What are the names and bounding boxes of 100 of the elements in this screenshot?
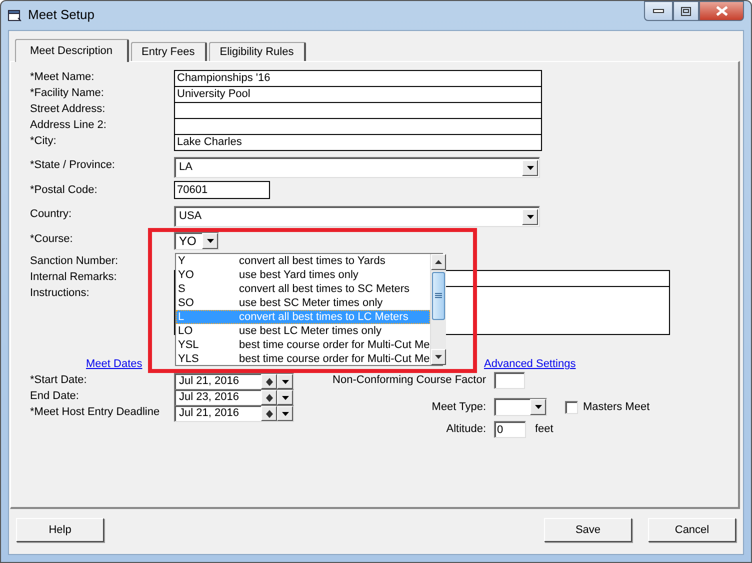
caret-icon <box>282 380 288 384</box>
text-field[interactable]: Lake Charles <box>174 134 542 151</box>
caret-icon <box>282 396 288 400</box>
dropdown-button[interactable] <box>277 390 293 405</box>
maximize-button[interactable] <box>673 1 699 21</box>
close-button[interactable] <box>699 1 744 21</box>
item-code: L <box>178 310 186 324</box>
item-code: S <box>178 282 186 296</box>
item-code: LO <box>178 324 194 338</box>
spin-button[interactable] <box>261 406 277 421</box>
text-field[interactable]: 70601 <box>174 181 270 199</box>
item-description: use best SC Meter times only <box>239 296 383 310</box>
scroll-up-button[interactable] <box>430 254 446 270</box>
spin-button[interactable] <box>261 390 277 405</box>
field-label: *Course: <box>30 232 74 246</box>
date-field[interactable]: Jul 21, 2016 <box>174 373 294 390</box>
dropdown-field[interactable] <box>494 398 547 416</box>
maximize-icon <box>681 6 691 16</box>
item-description: use best LC Meter times only <box>239 324 382 338</box>
field-value: YO <box>178 233 198 250</box>
list-item[interactable]: YSL best time course order for Multi-Cut Me <box>176 338 430 352</box>
field-label: *State / Province: <box>30 158 116 172</box>
dropdown-field[interactable]: LA <box>174 157 540 178</box>
date-field[interactable]: Jul 21, 2016 <box>174 405 294 422</box>
window-icon <box>8 9 22 22</box>
text-field[interactable] <box>174 102 542 119</box>
item-description: best time course order for Multi-Cut Me <box>239 352 430 366</box>
list-item[interactable]: LO use best LC Meter times only <box>176 324 430 338</box>
field-label: *Meet Host Entry Deadline <box>30 405 161 419</box>
item-code: YLS <box>178 352 200 366</box>
dropdown-button[interactable] <box>202 233 218 249</box>
item-description: convert all best times to SC Meters <box>239 282 410 296</box>
field-label: Altitude: <box>445 422 486 438</box>
caret-icon <box>526 214 534 218</box>
field-value: USA <box>178 209 203 224</box>
text-field[interactable]: 0 <box>494 421 526 438</box>
section-link[interactable]: Meet Dates <box>86 357 142 371</box>
checkbox-label: Masters Meet <box>583 400 650 415</box>
field-label: *Meet Name: <box>30 70 96 84</box>
field-label: Non-Conforming Course Factor <box>332 373 486 388</box>
tab[interactable]: Entry Fees <box>130 42 207 61</box>
spin-button[interactable] <box>261 374 277 389</box>
scrollbar-thumb[interactable] <box>432 272 445 320</box>
field-label: *Postal Code: <box>30 183 98 197</box>
item-description: convert all best times to LC Meters <box>239 310 408 324</box>
dialog-button[interactable]: Cancel <box>648 518 736 542</box>
field-label: Instructions: <box>30 286 90 301</box>
minimize-icon <box>653 9 664 13</box>
field-value: LA <box>178 160 194 176</box>
window-title: Meet Setup <box>28 6 94 24</box>
list-item[interactable]: YLS best time course order for Multi-Cut Me <box>176 352 430 366</box>
list-item[interactable]: S convert all best times to SC Meters <box>176 282 430 296</box>
field-value: Jul 23, 2016 <box>178 390 240 405</box>
tab[interactable]: Eligibility Rules <box>208 42 306 61</box>
item-code: YSL <box>178 338 200 352</box>
text-field[interactable]: Championships '16 <box>174 70 542 87</box>
field-value: Jul 21, 2016 <box>178 374 240 389</box>
dialog-button[interactable]: Save <box>544 518 632 542</box>
unit-label: feet <box>535 422 554 438</box>
field-label: Meet Type: <box>430 400 486 415</box>
dropdown-button[interactable] <box>530 399 546 415</box>
checkbox[interactable] <box>565 400 578 414</box>
item-description: use best Yard times only <box>239 268 358 282</box>
field-label: Sanction Number: <box>30 254 120 269</box>
list-item[interactable]: YO use best Yard times only <box>176 268 430 282</box>
field-label: End Date: <box>30 389 80 403</box>
field-label: Internal Remarks: <box>30 270 118 285</box>
combo-field[interactable]: YO <box>174 232 219 250</box>
field-label: Address Line 2: <box>30 118 108 132</box>
dropdown-button[interactable] <box>522 208 538 224</box>
scroll-down-button[interactable] <box>430 349 446 365</box>
dropdown-button[interactable] <box>277 406 293 421</box>
field-label: Country: <box>30 207 73 221</box>
item-description: best time course order for Multi-Cut Me <box>239 338 430 352</box>
dropdown-button[interactable] <box>277 374 293 389</box>
date-field[interactable]: Jul 23, 2016 <box>174 389 294 406</box>
minimize-button[interactable] <box>644 1 673 21</box>
field-label: *City: <box>30 134 58 148</box>
close-icon <box>716 6 728 16</box>
caret-icon <box>282 412 288 416</box>
text-field[interactable]: University Pool <box>174 86 542 103</box>
dropdown-field[interactable]: USA <box>174 206 540 227</box>
dropdown-button[interactable] <box>522 160 538 176</box>
grip-icon <box>434 293 442 299</box>
item-code: Y <box>178 254 186 268</box>
field-value: Jul 21, 2016 <box>178 406 240 421</box>
caret-icon <box>526 166 534 170</box>
field-label: Street Address: <box>30 102 106 116</box>
item-code: YO <box>178 268 195 282</box>
section-link[interactable]: Advanced Settings <box>484 357 576 371</box>
tab[interactable]: Meet Description <box>15 39 129 62</box>
text-field[interactable] <box>174 118 542 135</box>
scrollbar[interactable] <box>430 254 446 365</box>
item-description: convert all best times to Yards <box>239 254 386 268</box>
text-field[interactable] <box>494 372 525 389</box>
list-item[interactable]: SO use best SC Meter times only <box>176 296 430 310</box>
dialog-button[interactable]: Help <box>16 518 104 542</box>
item-code: SO <box>178 296 195 310</box>
list-item[interactable]: Y convert all best times to Yards <box>176 254 430 268</box>
field-label: *Start Date: <box>30 373 88 387</box>
